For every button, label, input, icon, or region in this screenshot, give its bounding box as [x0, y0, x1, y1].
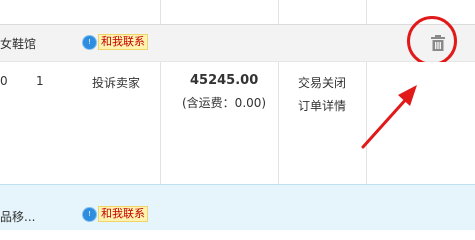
column-divider [366, 0, 367, 24]
order-header [0, 24, 475, 62]
chat-bubble-icon: ! [83, 207, 96, 221]
previous-order-tail [0, 0, 475, 24]
contact-seller-label: 和我联系 [98, 34, 148, 50]
order-detail-link[interactable]: 订单详情 [298, 97, 346, 114]
contact-seller-label: 和我联系 [98, 206, 148, 222]
column-divider [278, 62, 279, 184]
column-divider [160, 62, 161, 184]
shipping-fee-note: (含运费：0.00) [182, 96, 267, 110]
column-divider [160, 0, 161, 24]
item-cell-fragment: 0 [0, 74, 8, 88]
order-total-price: 45245.00 [190, 73, 259, 88]
red-arrow-annotation [361, 85, 417, 149]
shop-name[interactable]: 女鞋馆 [0, 35, 36, 52]
contact-seller-button[interactable]: ! 和我联系 [83, 206, 148, 222]
highlight-circle [407, 16, 457, 66]
order-header [0, 184, 475, 230]
column-divider [278, 0, 279, 24]
order-status: 交易关闭 [298, 76, 347, 90]
chat-bubble-icon: ! [83, 35, 96, 49]
next-order-top [0, 230, 475, 240]
item-quantity: 1 [36, 74, 44, 88]
complain-seller-link[interactable]: 投诉卖家 [92, 74, 140, 91]
shop-name[interactable]: 品移... [0, 208, 35, 225]
contact-seller-button[interactable]: ! 和我联系 [83, 34, 148, 50]
